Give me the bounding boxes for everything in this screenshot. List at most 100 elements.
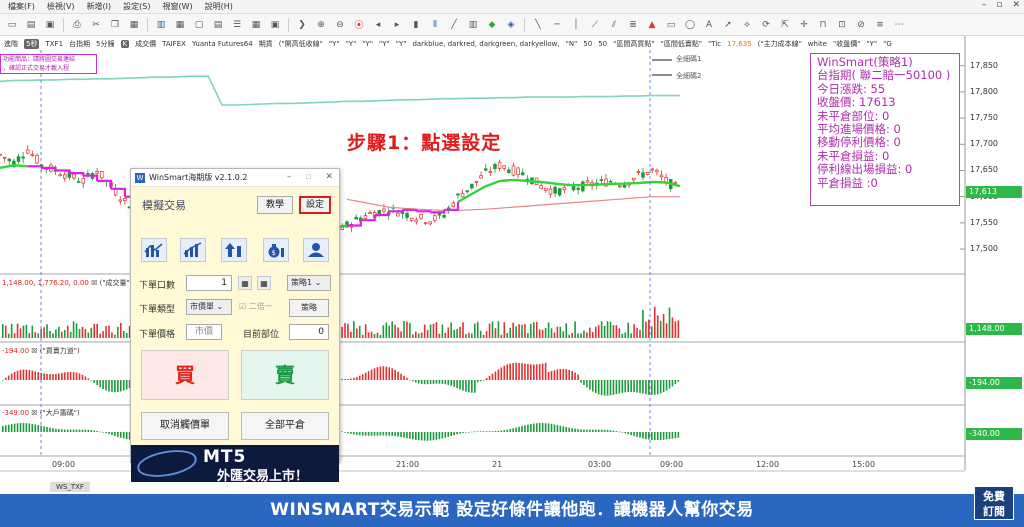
close-icon[interactable]: ✕ — [1012, 0, 1020, 14]
indicator1-bar — [347, 378, 349, 380]
table-icon[interactable]: ▦ — [248, 18, 264, 32]
hide-icon[interactable]: ⊘ — [853, 18, 869, 32]
flatten-all-button[interactable]: 全部平倉 — [241, 412, 329, 440]
menu-help[interactable]: 說明(H) — [205, 1, 233, 12]
mt5-banner[interactable]: MT5 外匯交易上市！ — [131, 445, 339, 482]
list-icon[interactable]: ☰ — [229, 18, 245, 32]
indicator-icon[interactable]: ◆ — [484, 18, 500, 32]
menu-file[interactable]: 檔案(F) — [8, 1, 35, 12]
dialog-title-bar[interactable]: W WinSmart海期版 v2.1.0.2 – ▫ ✕ — [131, 169, 339, 187]
indicator1-bar — [43, 373, 45, 380]
indicator1-bar — [84, 376, 87, 380]
layers-icon[interactable]: ≡ — [872, 18, 888, 32]
copy-icon[interactable]: ❐ — [107, 18, 123, 32]
checkbox-icon[interactable]: ☒ — [31, 347, 37, 355]
bar-chart-icon[interactable]: ▮ — [408, 18, 424, 32]
paste-icon[interactable]: ▦ — [126, 18, 142, 32]
settings-button[interactable]: 設定 — [299, 196, 331, 214]
open-icon[interactable]: ▤ — [23, 18, 39, 32]
order-arrow-button[interactable] — [221, 238, 247, 262]
ellipse-icon[interactable]: ◯ — [682, 18, 698, 32]
window-icon[interactable]: ▢ — [191, 18, 207, 32]
magnet-icon[interactable]: ⊓ — [815, 18, 831, 32]
info-p7: 50 — [583, 40, 593, 48]
arrow-icon[interactable]: ➚ — [720, 18, 736, 32]
strategy-select[interactable]: 策略1 ⌄ — [287, 275, 331, 291]
new-icon[interactable]: ▭ — [4, 18, 20, 32]
info-kind[interactable]: K — [120, 40, 130, 48]
indicator2-bar — [96, 431, 98, 432]
data-icon[interactable]: ▥ — [465, 18, 481, 32]
cut-icon[interactable]: ✂ — [88, 18, 104, 32]
candle-body — [26, 149, 30, 154]
menu-window[interactable]: 視窗(W) — [163, 1, 193, 12]
vline-icon[interactable]: │ — [568, 18, 584, 32]
line-icon[interactable]: ╱ — [446, 18, 462, 32]
channel-icon[interactable]: ⫽ — [606, 18, 622, 32]
double-checkbox[interactable]: ☑ 二倍一 — [239, 301, 273, 312]
fan-icon[interactable]: ⟡ — [739, 18, 755, 32]
maximize-icon[interactable]: ▫ — [996, 0, 1002, 14]
cycle-icon[interactable]: ⟳ — [758, 18, 774, 32]
tile-icon[interactable]: ▤ — [210, 18, 226, 32]
close-icon[interactable]: ✕ — [325, 172, 333, 182]
qty-up-button[interactable]: ▦ — [238, 276, 252, 290]
calc-icon[interactable]: ▣ — [267, 18, 283, 32]
zoom-out-icon[interactable]: ⊖ — [332, 18, 348, 32]
minimize-icon[interactable]: – — [287, 172, 292, 182]
checkbox-icon[interactable]: ☒ — [91, 279, 97, 287]
menu-view[interactable]: 檢視(V) — [47, 1, 75, 12]
marker-icon[interactable]: ▲ — [644, 18, 660, 32]
order-type-select[interactable]: 市價單 ⌄ — [186, 299, 232, 315]
subscribe-badge[interactable]: 免費 訂閱 — [974, 486, 1014, 520]
more-icon[interactable]: ⋯ — [891, 18, 907, 32]
money-bag-button[interactable]: $ — [263, 238, 289, 262]
volume-bar — [90, 327, 93, 338]
minimize-icon[interactable]: – — [982, 0, 987, 14]
text-icon[interactable]: A — [701, 18, 717, 32]
tutorial-button[interactable]: 教學 — [257, 196, 293, 214]
chevron-right-icon[interactable]: ❯ — [294, 18, 310, 32]
volume-bar — [594, 326, 597, 338]
strategy-button[interactable]: 策略 — [289, 299, 329, 317]
grid-icon[interactable]: ▦ — [172, 18, 188, 32]
chart-icon[interactable]: ▥ — [153, 18, 169, 32]
chevron-down-icon: ⌄ — [216, 302, 224, 311]
indicator2-bar — [409, 432, 411, 439]
save-icon[interactable]: ▣ — [42, 18, 58, 32]
trend-icon[interactable]: ⟋ — [587, 18, 603, 32]
user-icon — [308, 243, 324, 257]
sheet-tab[interactable]: WS_TXF — [50, 482, 90, 492]
qty-input[interactable]: 1 — [186, 275, 232, 291]
order-price-input[interactable]: 市價 — [186, 324, 222, 340]
fib-icon[interactable]: ≣ — [625, 18, 641, 32]
draw-line-icon[interactable]: ╲ — [530, 18, 546, 32]
indicator1-bar — [515, 362, 517, 380]
hline-icon[interactable]: ─ — [549, 18, 565, 32]
strategy-icon[interactable]: ◈ — [503, 18, 519, 32]
chart-signal-button[interactable] — [141, 238, 167, 262]
print-icon[interactable]: ⎙ — [69, 18, 85, 32]
user-settings-button[interactable] — [303, 238, 329, 262]
qty-grid-button[interactable]: ▦ — [257, 276, 271, 290]
crosshair-icon[interactable]: ✛ — [796, 18, 812, 32]
cancel-trigger-button[interactable]: 取消觸價單 — [141, 412, 229, 440]
zoom-in-icon[interactable]: ⊕ — [313, 18, 329, 32]
scroll-right-icon[interactable]: ▸ — [389, 18, 405, 32]
pin-icon[interactable]: ⦿ — [351, 18, 367, 32]
cursor-icon[interactable]: ⇱ — [777, 18, 793, 32]
maximize-icon[interactable]: ▫ — [305, 172, 311, 182]
menu-settings[interactable]: 設定(S) — [123, 1, 150, 12]
trend-chart-button[interactable] — [180, 238, 206, 262]
candlestick-icon[interactable]: ⫴ — [427, 18, 443, 32]
lock-icon[interactable]: ⊡ — [834, 18, 850, 32]
bar-chart-icon — [144, 243, 163, 257]
checkbox-icon[interactable]: ☒ — [31, 409, 37, 417]
menu-insert[interactable]: 新增(I) — [87, 1, 112, 12]
info-speed[interactable]: 5秒 — [24, 39, 40, 49]
sell-button[interactable]: 賣 — [241, 350, 329, 400]
indicator2-bar — [491, 431, 494, 432]
rect-icon[interactable]: ▭ — [663, 18, 679, 32]
buy-button[interactable]: 買 — [141, 350, 229, 400]
scroll-left-icon[interactable]: ◂ — [370, 18, 386, 32]
